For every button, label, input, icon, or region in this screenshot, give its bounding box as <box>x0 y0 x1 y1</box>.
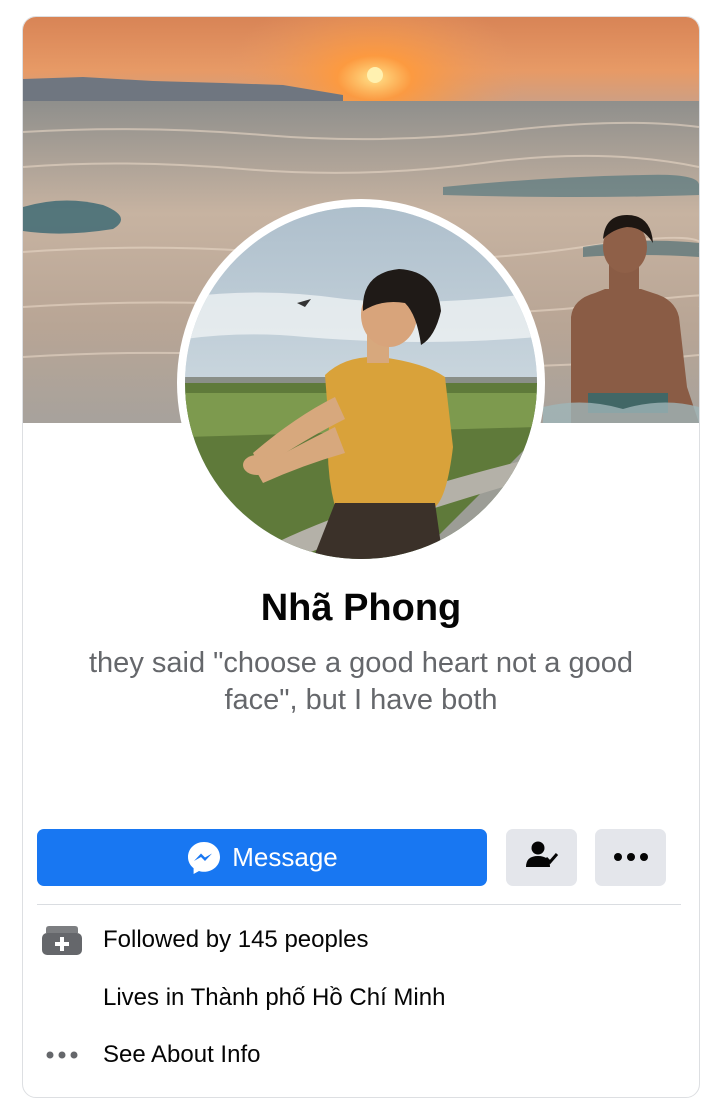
info-followers[interactable]: Followed by 145 peoples <box>23 920 699 960</box>
profile-name: Nhã Phong <box>260 587 462 629</box>
see-about-info-text: See About Info <box>103 1041 261 1068</box>
profile-bio: they said "choose a good heart not a goo… <box>89 647 633 716</box>
messenger-icon <box>186 840 222 876</box>
profile-card: Nhã Phong they said "choose a good heart… <box>22 16 700 1098</box>
see-about-info[interactable]: See About Info <box>23 1035 699 1075</box>
message-button[interactable]: Message <box>37 829 487 886</box>
add-friend-icon <box>525 840 559 875</box>
message-button-label: Message <box>232 842 338 872</box>
more-horizontal-icon <box>613 849 649 867</box>
profile-picture[interactable] <box>185 207 537 559</box>
info-location: Lives in Thành phố Hồ Chí Minh <box>23 978 699 1018</box>
more-horizontal-icon <box>39 1035 85 1075</box>
friend-status-button[interactable] <box>506 829 577 886</box>
divider <box>37 904 681 905</box>
followers-icon <box>39 920 85 960</box>
profile-picture-frame <box>177 199 545 567</box>
info-followers-text: Followed by 145 peoples <box>103 926 369 953</box>
info-location-text: Lives in Thành phố Hồ Chí Minh <box>103 984 446 1011</box>
more-options-button[interactable] <box>595 829 666 886</box>
